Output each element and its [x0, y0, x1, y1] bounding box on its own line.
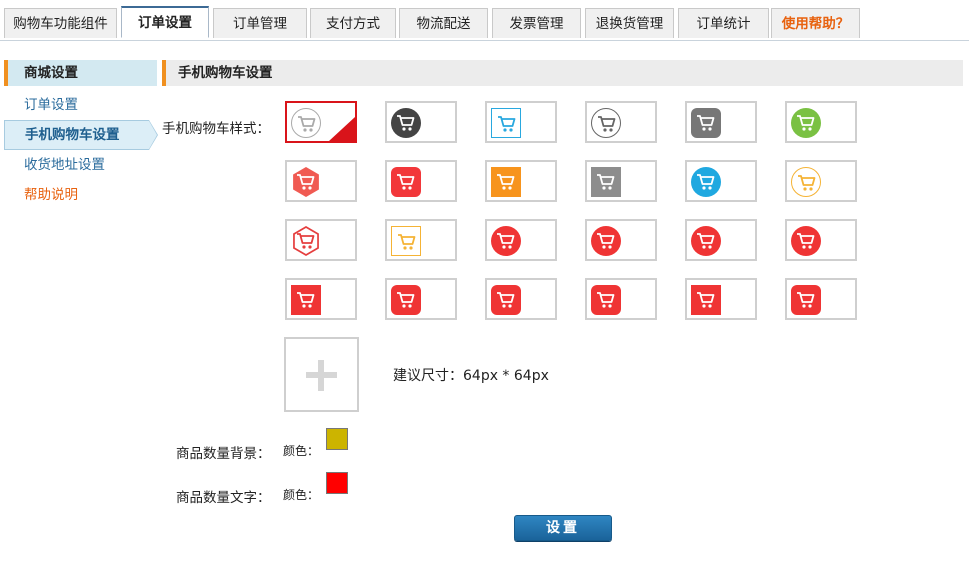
cart-icon: [591, 108, 621, 138]
sidebar-heading: 商城设置: [4, 60, 157, 86]
cart-style-option[interactable]: [785, 101, 857, 143]
cart-style-option[interactable]: [785, 160, 857, 202]
cart-style-option[interactable]: [785, 219, 857, 261]
tab-help[interactable]: 使用帮助？: [771, 8, 860, 38]
cart-icon: [791, 167, 821, 197]
cart-style-option[interactable]: [385, 101, 457, 143]
cart-icon: [291, 285, 321, 315]
sidebar-item-help[interactable]: 帮助说明: [4, 180, 157, 210]
count-text-color-label: 颜色：: [283, 488, 320, 502]
submit-button[interactable]: 设置: [514, 515, 612, 541]
cart-icon: [291, 108, 321, 138]
cart-icon: [591, 285, 621, 315]
cart-icon: [691, 167, 721, 197]
cart-style-option[interactable]: [585, 278, 657, 320]
sidebar-item-address-settings[interactable]: 收货地址设置: [4, 150, 157, 180]
cart-icon: [491, 226, 521, 256]
cart-icon: [791, 108, 821, 138]
count-bg-label: 商品数量背景：: [176, 446, 271, 462]
top-tab-bar: 购物车功能组件 订单设置 订单管理 支付方式 物流配送 发票管理 退换货管理 订…: [0, 0, 969, 41]
count-bg-color-label: 颜色：: [283, 444, 320, 458]
selected-corner-mark: [329, 117, 355, 141]
cart-style-option[interactable]: [385, 278, 457, 320]
cart-icon: [791, 226, 821, 256]
cart-style-option[interactable]: [285, 101, 357, 143]
cart-icon: [293, 226, 319, 256]
cart-icon: [293, 167, 319, 197]
cart-style-option[interactable]: [585, 101, 657, 143]
upload-cart-icon-button[interactable]: [284, 337, 359, 412]
cart-icon: [391, 226, 421, 256]
section-title: 手机购物车设置: [162, 60, 963, 86]
cart-style-option[interactable]: [685, 278, 757, 320]
cart-style-option[interactable]: [285, 219, 357, 261]
cart-style-option[interactable]: [485, 101, 557, 143]
count-text-color-swatch[interactable]: [326, 472, 348, 494]
cart-icon: [491, 285, 521, 315]
cart-style-option[interactable]: [585, 219, 657, 261]
cart-icon: [591, 226, 621, 256]
size-hint: 建议尺寸：64px * 64px: [393, 368, 549, 384]
cart-style-option[interactable]: [385, 160, 457, 202]
cart-style-option[interactable]: [285, 278, 357, 320]
sidebar-item-order-settings[interactable]: 订单设置: [4, 90, 157, 120]
cart-style-option[interactable]: [385, 219, 457, 261]
sidebar-item-mobile-cart-settings[interactable]: 手机购物车设置: [4, 120, 158, 150]
cart-style-option[interactable]: [685, 101, 757, 143]
cart-icon: [391, 167, 421, 197]
tab-cart-components[interactable]: 购物车功能组件: [4, 8, 117, 38]
count-text-label: 商品数量文字：: [176, 490, 271, 506]
cart-style-option[interactable]: [285, 160, 357, 202]
count-bg-color-swatch[interactable]: [326, 428, 348, 450]
tab-payment-methods[interactable]: 支付方式: [310, 8, 396, 38]
cart-icon: [391, 108, 421, 138]
cart-icon: [791, 285, 821, 315]
cart-icon: [591, 167, 621, 197]
cart-style-option[interactable]: [785, 278, 857, 320]
cart-style-option[interactable]: [485, 219, 557, 261]
cart-icon: [691, 108, 721, 138]
cart-style-option[interactable]: [685, 219, 757, 261]
cart-icon: [491, 167, 521, 197]
cart-icon: [691, 285, 721, 315]
tab-logistics[interactable]: 物流配送: [399, 8, 488, 38]
cart-style-label: 手机购物车样式：: [162, 121, 270, 137]
tab-order-statistics[interactable]: 订单统计: [678, 8, 769, 38]
plus-icon-vertical: [318, 360, 324, 391]
tab-order-settings[interactable]: 订单设置: [121, 6, 209, 38]
tab-order-management[interactable]: 订单管理: [213, 8, 307, 38]
cart-style-option[interactable]: [485, 160, 557, 202]
cart-style-option[interactable]: [585, 160, 657, 202]
sidebar: 商城设置 订单设置 手机购物车设置 收货地址设置 帮助说明: [4, 60, 158, 210]
cart-icon: [491, 108, 521, 138]
tab-invoice-management[interactable]: 发票管理: [492, 8, 581, 38]
cart-style-option[interactable]: [685, 160, 757, 202]
tab-returns-management[interactable]: 退换货管理: [585, 8, 674, 38]
cart-style-option[interactable]: [485, 278, 557, 320]
cart-icon: [391, 285, 421, 315]
cart-icon: [691, 226, 721, 256]
